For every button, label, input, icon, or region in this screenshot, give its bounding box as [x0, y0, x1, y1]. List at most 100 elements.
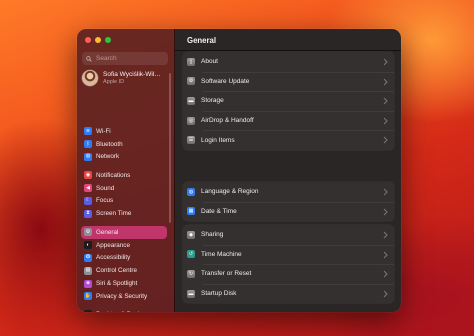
sidebar-item-desktop-dock[interactable]: ▭ Desktop & Dock [81, 308, 167, 312]
siri-icon: ◈ [84, 279, 92, 288]
settings-row-label: Language & Region [201, 188, 259, 196]
chevron-right-icon [383, 58, 388, 66]
main-pane: General ▯ About ⚙ Software Update ▬ Storage ◎ A… [175, 29, 401, 312]
page-title: General [187, 36, 217, 45]
wifi-icon: ≋ [84, 127, 92, 136]
system-settings-window: Sofia Wyciślik-Wil… Apple ID ≋ Wi-Fi ᛒ Blue… [77, 29, 401, 312]
search-field[interactable] [82, 52, 168, 65]
settings-row-label: Storage [201, 97, 224, 105]
settings-row-language-region[interactable]: ◍ Language & Region [183, 182, 394, 202]
settings-row-storage[interactable]: ▬ Storage [183, 91, 394, 111]
chevron-right-icon [383, 188, 388, 196]
sidebar: Sofia Wyciślik-Wil… Apple ID ≋ Wi-Fi ᛒ Blue… [77, 29, 175, 312]
window-controls [85, 37, 111, 43]
chevron-right-icon [383, 290, 388, 298]
chevron-right-icon [383, 137, 388, 144]
sidebar-item-bluetooth[interactable]: ᛒ Bluetooth [81, 138, 167, 151]
sidebar-item-label: General [96, 228, 119, 236]
settings-row-airdrop-handoff[interactable]: ◎ AirDrop & Handoff [183, 110, 394, 131]
chevron-right-icon [383, 208, 388, 215]
settings-row-login-items[interactable]: ☰ Login Items [183, 130, 394, 150]
settings-row-date-time[interactable]: ▦ Date & Time [183, 201, 394, 222]
sidebar-item-label: Privacy & Security [96, 292, 148, 300]
sidebar-item-label: Notifications [96, 171, 131, 179]
title-divider [175, 50, 401, 51]
bluetooth-icon: ᛒ [84, 140, 92, 149]
sidebar-group: ◉ Notifications ◀ Sound ☾ Focus ⧗ Screen Time [81, 169, 167, 220]
sidebar-item-network[interactable]: ◍ Network [81, 151, 167, 164]
hourglass-icon: ⧗ [84, 209, 92, 218]
sharing-icon: ◆ [187, 230, 195, 239]
sidebar-item-label: Sound [96, 184, 115, 192]
sidebar-item-label: Desktop & Dock [96, 311, 141, 312]
sidebar-group: ▭Desktop & Dock☼Displays❀Wallpaper [81, 308, 167, 312]
speaker-icon: ◀ [84, 184, 92, 193]
sidebar-item-focus[interactable]: ☾ Focus [81, 195, 167, 208]
sidebar-item-label: Bluetooth [96, 140, 123, 148]
moon-icon: ☾ [84, 196, 92, 205]
login-items-icon: ☰ [187, 136, 195, 145]
settings-row-label: Sharing [201, 231, 224, 239]
settings-row-label: Transfer or Reset [201, 270, 252, 278]
settings-row-sharing[interactable]: ◆ Sharing [183, 225, 394, 245]
startup-disk-icon: ▬ [187, 289, 195, 298]
user-name: Sofia Wyciślik-Wil… [103, 70, 161, 78]
chevron-right-icon [383, 251, 388, 258]
sidebar-item-accessibility[interactable]: ✪ Accessibility [81, 252, 167, 265]
settings-row-label: Startup Disk [201, 290, 237, 298]
accessibility-icon: ✪ [84, 253, 92, 262]
settings-row-software-update[interactable]: ⚙ Software Update [183, 71, 394, 92]
minimize-button[interactable] [95, 37, 101, 43]
settings-row-label: Time Machine [201, 250, 242, 258]
settings-group: ◆ Sharing ↺ Time Machine ↻ Transfer or Reset ▬… [183, 225, 394, 304]
sidebar-item-label: Accessibility [96, 254, 131, 262]
sidebar-item-label: Focus [96, 197, 114, 205]
close-button[interactable] [85, 37, 91, 43]
globe-icon: ◍ [84, 152, 92, 161]
transfer-reset-icon: ↻ [187, 269, 195, 278]
chevron-right-icon [383, 78, 388, 85]
search-input[interactable] [96, 55, 166, 62]
about-icon: ▯ [187, 57, 195, 66]
storage-icon: ▬ [187, 96, 195, 105]
gear-icon: ⚙ [84, 228, 92, 237]
settings-row-label: About [201, 58, 218, 66]
sidebar-item-screen-time[interactable]: ⧗ Screen Time [81, 207, 167, 220]
sidebar-item-wi-fi[interactable]: ≋ Wi-Fi [81, 125, 167, 138]
settings-row-about[interactable]: ▯ About [183, 52, 394, 72]
sidebar-group: ≋ Wi-Fi ᛒ Bluetooth ◍ Network [81, 125, 167, 163]
sidebar-item-label: Control Centre [96, 267, 137, 275]
sidebar-item-general[interactable]: ⚙ General [81, 226, 167, 239]
sidebar-group: ⚙ General ◐ Appearance ✪ Accessibility ▤ Contro… [81, 226, 167, 303]
sidebar-item-control-centre[interactable]: ▤ Control Centre [81, 264, 167, 277]
calendar-clock-icon: ▦ [187, 207, 195, 216]
sidebar-item-sound[interactable]: ◀ Sound [81, 182, 167, 195]
sidebar-item-siri-spotlight[interactable]: ◈ Siri & Spotlight [81, 277, 167, 290]
settings-row-transfer-or-reset[interactable]: ↻ Transfer or Reset [183, 264, 394, 284]
time-machine-icon: ↺ [187, 250, 195, 259]
chevron-right-icon [383, 231, 388, 239]
appearance-icon: ◐ [84, 241, 92, 250]
sidebar-item-notifications[interactable]: ◉ Notifications [81, 169, 167, 182]
apple-id-account[interactable]: Sofia Wyciślik-Wil… Apple ID [82, 70, 161, 86]
search-icon [86, 55, 92, 62]
sidebar-item-label: Network [96, 153, 120, 161]
chevron-right-icon [383, 117, 388, 125]
sidebar-item-privacy-security[interactable]: ✋ Privacy & Security [81, 290, 167, 303]
zoom-button[interactable] [105, 37, 111, 43]
sidebar-scrollbar[interactable] [169, 73, 171, 223]
settings-row-label: Login Items [201, 136, 235, 144]
sidebar-item-label: Appearance [96, 241, 130, 249]
sidebar-item-label: Wi-Fi [96, 127, 111, 135]
sidebar-item-label: Screen Time [96, 210, 132, 218]
sidebar-item-appearance[interactable]: ◐ Appearance [81, 239, 167, 252]
settings-row-label: Software Update [201, 77, 250, 85]
control-centre-icon: ▤ [84, 266, 92, 275]
settings-group: ◍ Language & Region ▦ Date & Time [183, 182, 394, 222]
avatar [82, 70, 98, 86]
sidebar-item-label: Siri & Spotlight [96, 280, 138, 288]
chevron-right-icon [383, 97, 388, 105]
settings-row-time-machine[interactable]: ↺ Time Machine [183, 244, 394, 265]
settings-row-startup-disk[interactable]: ▬ Startup Disk [183, 283, 394, 304]
settings-group: ▯ About ⚙ Software Update ▬ Storage ◎ AirDrop &… [183, 52, 394, 150]
